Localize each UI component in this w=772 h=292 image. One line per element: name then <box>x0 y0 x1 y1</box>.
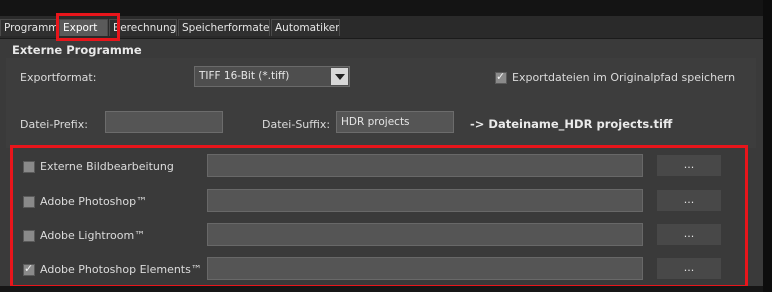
exportformat-label: Exportformat: <box>20 71 97 84</box>
suffix-label: Datei-Suffix: <box>262 118 331 131</box>
program-label-photoshop: Adobe Photoshop™ <box>40 195 148 208</box>
bottom-edge <box>0 286 763 292</box>
program-checkbox-elements[interactable] <box>23 262 35 276</box>
program-checkbox-photoshop[interactable] <box>23 196 35 208</box>
save-original-label: Exportdateien im Originalpfad speichern <box>512 71 736 84</box>
browse-button-elements[interactable]: ... <box>656 257 722 280</box>
settings-window: Programm Export Berechnung Speicherforma… <box>0 0 763 292</box>
program-label-elements: Adobe Photoshop Elements™ <box>40 263 202 276</box>
tab-export[interactable]: Export <box>59 19 108 36</box>
tab-speicherformate[interactable]: Speicherformate <box>178 19 270 36</box>
filename-preview: -> Dateiname_HDR projects.tiff <box>470 117 673 131</box>
prefix-label: Datei-Prefix: <box>20 118 88 131</box>
program-label-externe: Externe Bildbearbeitung <box>40 160 174 173</box>
browse-button-lightroom[interactable]: ... <box>656 223 722 246</box>
window-edge <box>763 0 772 292</box>
program-checkbox-externe[interactable] <box>23 161 35 173</box>
program-checkbox-lightroom[interactable] <box>23 230 35 242</box>
exportformat-select[interactable]: TIFF 16-Bit (*.tiff) <box>194 66 350 87</box>
tab-programm[interactable]: Programm <box>0 19 58 36</box>
program-path-elements[interactable] <box>207 257 643 280</box>
exportformat-value: TIFF 16-Bit (*.tiff) <box>199 70 290 82</box>
tab-berechnung[interactable]: Berechnung <box>109 19 177 36</box>
program-label-lightroom: Adobe Lightroom™ <box>40 229 146 242</box>
tab-automatiken[interactable]: Automatiken <box>271 19 340 36</box>
section-title: Externe Programme <box>12 43 142 57</box>
program-path-lightroom[interactable] <box>207 223 643 246</box>
suffix-input[interactable]: HDR projects <box>336 111 454 133</box>
save-original-checkbox[interactable] <box>495 70 507 84</box>
program-path-externe[interactable] <box>207 154 643 177</box>
program-path-photoshop[interactable] <box>207 189 643 212</box>
title-strip <box>0 0 763 16</box>
browse-button-photoshop[interactable]: ... <box>656 189 722 212</box>
prefix-input[interactable] <box>105 111 223 133</box>
chevron-down-icon[interactable] <box>331 68 348 85</box>
browse-button-externe[interactable]: ... <box>656 154 722 177</box>
